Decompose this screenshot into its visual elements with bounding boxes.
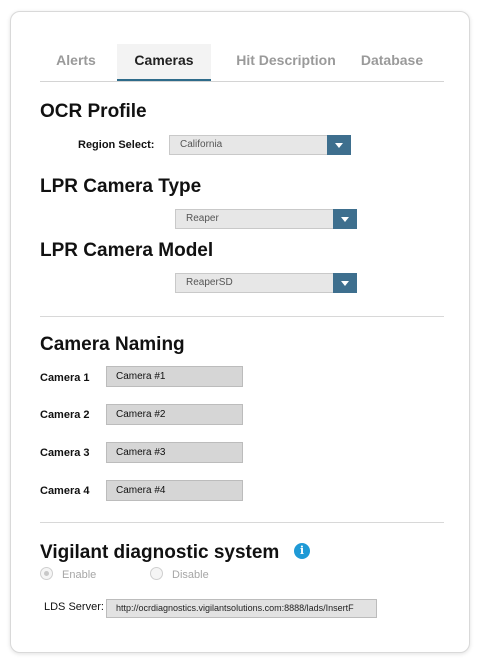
divider	[40, 316, 444, 317]
camera-type-value: Reaper	[186, 213, 219, 224]
camera-model-select[interactable]: ReaperSD	[175, 273, 357, 293]
tab-hit-description[interactable]: Hit Description	[219, 44, 353, 79]
tab-cameras[interactable]: Cameras	[117, 44, 211, 81]
lds-server-label: LDS Server:	[44, 601, 104, 613]
camera-naming-heading: Camera Naming	[40, 334, 185, 355]
lds-server-input[interactable]: http://ocrdiagnostics.vigilantsolutions.…	[106, 599, 377, 618]
chevron-down-icon	[327, 135, 351, 155]
region-select[interactable]: California	[169, 135, 351, 155]
camera-3-label: Camera 3	[40, 447, 90, 459]
camera-3-name-input[interactable]: Camera #3	[106, 442, 243, 463]
region-select-value: California	[180, 139, 223, 150]
diagnostic-heading: Vigilant diagnostic system	[40, 542, 280, 563]
info-icon[interactable]: i	[294, 543, 310, 559]
disable-radio-label: Disable	[172, 569, 209, 581]
camera-4-name-input[interactable]: Camera #4	[106, 480, 243, 501]
ocr-profile-heading: OCR Profile	[40, 101, 147, 122]
camera-1-label: Camera 1	[40, 372, 90, 384]
camera-type-heading: LPR Camera Type	[40, 176, 202, 197]
camera-model-heading: LPR Camera Model	[40, 240, 214, 261]
enable-radio[interactable]	[40, 567, 53, 580]
tab-bar: Alerts Cameras Hit Description Database	[40, 44, 444, 82]
camera-model-value: ReaperSD	[186, 277, 233, 288]
tab-alerts[interactable]: Alerts	[40, 44, 112, 79]
enable-radio-label: Enable	[62, 569, 97, 581]
divider	[40, 522, 444, 523]
camera-2-label: Camera 2	[40, 409, 90, 421]
camera-2-name-input[interactable]: Camera #2	[106, 404, 243, 425]
disable-radio[interactable]	[150, 567, 163, 580]
camera-type-select[interactable]: Reaper	[175, 209, 357, 229]
chevron-down-icon	[333, 273, 357, 293]
region-select-label: Region Select:	[78, 139, 155, 151]
chevron-down-icon	[333, 209, 357, 229]
camera-4-label: Camera 4	[40, 485, 90, 497]
camera-1-name-input[interactable]: Camera #1	[106, 366, 243, 387]
tab-database[interactable]: Database	[355, 44, 429, 79]
